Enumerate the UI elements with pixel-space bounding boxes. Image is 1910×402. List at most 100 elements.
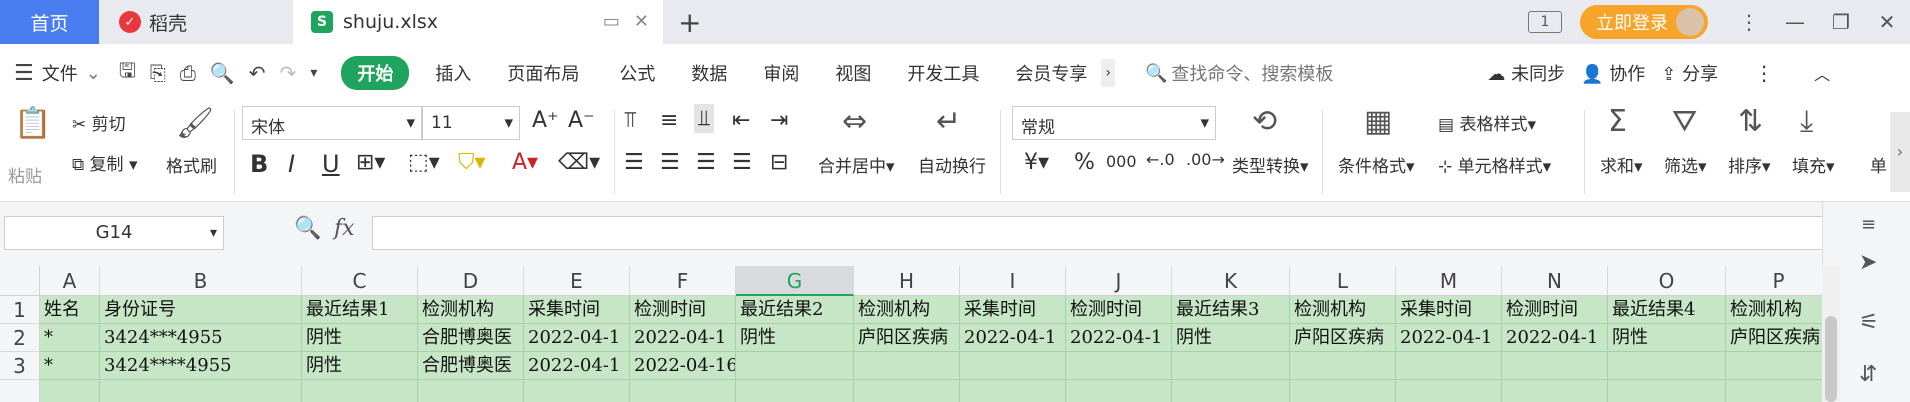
tab-developer[interactable]: 开发工具 bbox=[907, 60, 979, 86]
cell-g3[interactable] bbox=[736, 352, 854, 380]
cell-k3[interactable] bbox=[1172, 352, 1290, 380]
cell-c1[interactable]: 最近结果1 bbox=[302, 296, 418, 324]
cut-button[interactable]: ✂ 剪切 bbox=[72, 110, 126, 135]
cell-p4[interactable] bbox=[1726, 380, 1822, 402]
align-center-icon[interactable]: ☰ bbox=[660, 150, 680, 175]
cell-o2[interactable]: 阴性 bbox=[1608, 324, 1726, 352]
redo-icon[interactable]: ↷ bbox=[280, 61, 297, 85]
justify-icon[interactable]: ☰ bbox=[732, 150, 752, 175]
single-button[interactable]: 单 bbox=[1870, 152, 1887, 177]
cell-i3[interactable] bbox=[960, 352, 1066, 380]
font-shrink-icon[interactable]: A⁻ bbox=[568, 108, 595, 133]
cell-m1[interactable]: 采集时间 bbox=[1396, 296, 1502, 324]
tab-file[interactable]: S shuju.xlsx ▭ ✕ bbox=[293, 0, 663, 44]
merge-center-icon[interactable]: ⇔ bbox=[842, 104, 867, 139]
cell-a2[interactable]: * bbox=[40, 324, 100, 352]
filter-button[interactable]: 筛选▾ bbox=[1664, 152, 1707, 177]
cell-f4[interactable] bbox=[630, 380, 736, 402]
menu-icon[interactable]: ⋮ bbox=[1726, 10, 1772, 34]
monitor-icon[interactable]: ▭ bbox=[603, 11, 620, 32]
column-header-d[interactable]: D bbox=[418, 266, 524, 296]
cell-a4[interactable] bbox=[40, 380, 100, 402]
fill-button[interactable]: 填充▾ bbox=[1792, 152, 1835, 177]
tab-page-layout[interactable]: 页面布局 bbox=[507, 60, 579, 86]
underline-icon[interactable]: U bbox=[322, 150, 340, 178]
column-header-n[interactable]: N bbox=[1502, 266, 1608, 296]
cell-n4[interactable] bbox=[1502, 380, 1608, 402]
cell-l4[interactable] bbox=[1290, 380, 1396, 402]
property-icon[interactable]: ⚟ bbox=[1859, 310, 1879, 335]
ribbon-scroll-right-icon[interactable]: › bbox=[1890, 112, 1910, 192]
conditional-format-button[interactable]: 条件格式▾ bbox=[1338, 152, 1415, 177]
command-search[interactable]: 🔍 查找命令、搜索模板 bbox=[1145, 60, 1333, 86]
export-icon[interactable]: ⎘ bbox=[150, 61, 166, 85]
cell-h3[interactable] bbox=[854, 352, 960, 380]
font-grow-icon[interactable]: A⁺ bbox=[532, 108, 559, 133]
fill-icon[interactable]: ⤓ bbox=[1800, 104, 1813, 139]
cell-o1[interactable]: 最近结果4 bbox=[1608, 296, 1726, 324]
cell-c3[interactable]: 阴性 bbox=[302, 352, 418, 380]
column-header-l[interactable]: L bbox=[1290, 266, 1396, 296]
align-top-icon[interactable]: ⫪ bbox=[624, 108, 636, 133]
outdent-icon[interactable]: ⇤ bbox=[732, 108, 750, 133]
cell-k1[interactable]: 最近结果3 bbox=[1172, 296, 1290, 324]
column-header-f[interactable]: F bbox=[630, 266, 736, 296]
cell-m4[interactable] bbox=[1396, 380, 1502, 402]
row-header[interactable]: 1 bbox=[0, 296, 40, 324]
cell-j1[interactable]: 检测时间 bbox=[1066, 296, 1172, 324]
column-header-o[interactable]: O bbox=[1608, 266, 1726, 296]
column-header-k[interactable]: K bbox=[1172, 266, 1290, 296]
distribute-icon[interactable]: ⊟ bbox=[770, 150, 788, 175]
share-button[interactable]: ⇪ 分享 bbox=[1661, 60, 1718, 86]
cell-p1[interactable]: 检测机构 bbox=[1726, 296, 1822, 324]
align-bottom-icon[interactable]: ⫫ bbox=[694, 104, 715, 133]
indent-icon[interactable]: ⇥ bbox=[770, 108, 788, 133]
filter-icon[interactable]: ⛛ bbox=[1672, 104, 1697, 139]
column-header-g[interactable]: G bbox=[736, 266, 854, 296]
transfer-icon[interactable]: ⇵ bbox=[1859, 362, 1877, 387]
cell-l2[interactable]: 庐阳区疾病 bbox=[1290, 324, 1396, 352]
wrap-text-icon[interactable]: ↵ bbox=[936, 104, 961, 139]
table-style-button[interactable]: ▤ 表格样式▾ bbox=[1438, 110, 1536, 135]
cell-j3[interactable] bbox=[1066, 352, 1172, 380]
copy-button[interactable]: ⧉ 复制 ▾ bbox=[72, 150, 137, 175]
vertical-scrollbar[interactable] bbox=[1822, 266, 1840, 402]
cell-n1[interactable]: 检测时间 bbox=[1502, 296, 1608, 324]
cell-d3[interactable]: 合肥博奥医 bbox=[418, 352, 524, 380]
cell-g1[interactable]: 最近结果2 bbox=[736, 296, 854, 324]
print-icon[interactable]: ⎙ bbox=[180, 61, 196, 85]
wrap-text-button[interactable]: 自动换行 bbox=[918, 152, 986, 177]
cell-m3[interactable] bbox=[1396, 352, 1502, 380]
collapse-pane-icon[interactable]: ≡ bbox=[1861, 214, 1876, 235]
cell-j2[interactable]: 2022-04-1 bbox=[1066, 324, 1172, 352]
thousands-icon[interactable]: 000 bbox=[1106, 152, 1137, 171]
tab-home[interactable]: 首页 bbox=[0, 0, 99, 44]
close-tab-icon[interactable]: ✕ bbox=[634, 11, 649, 32]
customize-icon[interactable]: ▾ bbox=[310, 65, 317, 81]
tab-daoke[interactable]: ✓ 稻壳 bbox=[101, 0, 291, 44]
column-header-b[interactable]: B bbox=[100, 266, 302, 296]
collab-button[interactable]: 👤 协作 bbox=[1581, 60, 1645, 86]
cell-i1[interactable]: 采集时间 bbox=[960, 296, 1066, 324]
percent-icon[interactable]: % bbox=[1074, 150, 1095, 175]
row-header[interactable]: 3 bbox=[0, 352, 40, 380]
clear-format-icon[interactable]: ⌫▾ bbox=[558, 150, 600, 175]
cell-n2[interactable]: 2022-04-1 bbox=[1502, 324, 1608, 352]
fill-color-icon[interactable]: ⛉▾ bbox=[458, 150, 486, 175]
cell-e4[interactable] bbox=[524, 380, 630, 402]
border-icon[interactable]: ⊞▾ bbox=[356, 150, 385, 175]
cell-p3[interactable] bbox=[1726, 352, 1822, 380]
sync-status[interactable]: ☁ 未同步 bbox=[1487, 60, 1565, 86]
page-indicator[interactable]: 1 bbox=[1528, 11, 1562, 33]
cell-h1[interactable]: 检测机构 bbox=[854, 296, 960, 324]
cell-e2[interactable]: 2022-04-1 bbox=[524, 324, 630, 352]
cell-l1[interactable]: 检测机构 bbox=[1290, 296, 1396, 324]
cell-j4[interactable] bbox=[1066, 380, 1172, 402]
merge-center-button[interactable]: 合并居中▾ bbox=[818, 152, 895, 177]
cell-l3[interactable] bbox=[1290, 352, 1396, 380]
more-icon[interactable]: ⋮ bbox=[1754, 61, 1774, 85]
column-header-p[interactable]: P bbox=[1726, 266, 1822, 296]
tab-insert[interactable]: 插入 bbox=[435, 60, 471, 86]
cell-f3[interactable]: 2022-04-16 bbox=[630, 352, 736, 380]
tab-data[interactable]: 数据 bbox=[691, 60, 727, 86]
